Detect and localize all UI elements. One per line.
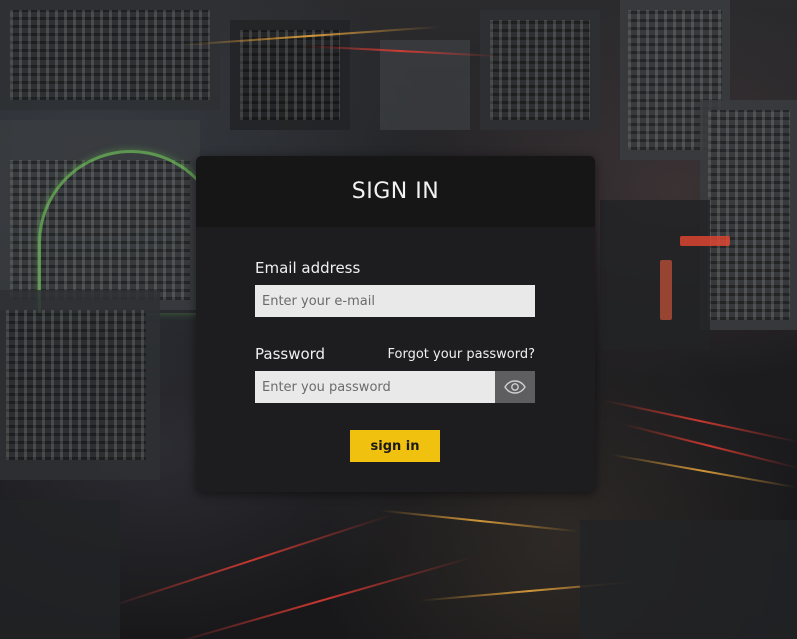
eye-icon [504, 380, 526, 394]
password-label: Password [255, 345, 326, 363]
sign-in-card: SIGN IN Email address Password Forgot yo… [196, 156, 595, 492]
email-field[interactable] [255, 285, 535, 317]
sign-in-title: SIGN IN [351, 179, 440, 204]
email-label: Email address [255, 259, 361, 277]
show-password-button[interactable] [495, 371, 535, 403]
card-header: SIGN IN [196, 156, 595, 227]
password-field[interactable] [255, 371, 495, 403]
login-page: SIGN IN Email address Password Forgot yo… [0, 0, 797, 639]
sign-in-button[interactable]: sign in [350, 430, 440, 462]
forgot-password-link[interactable]: Forgot your password? [387, 347, 535, 362]
